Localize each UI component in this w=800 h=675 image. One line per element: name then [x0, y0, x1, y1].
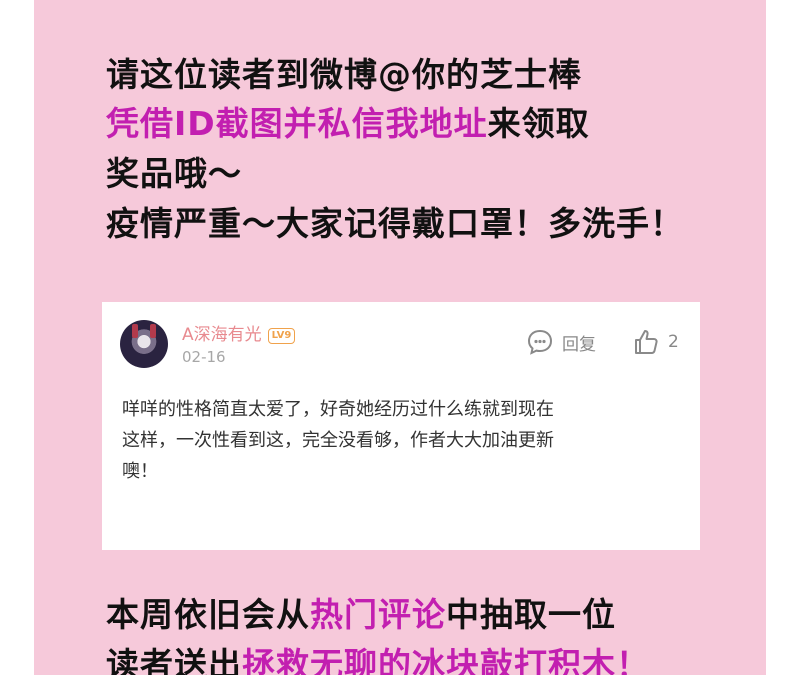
reply-label: 回复 — [562, 334, 596, 355]
bottom-line-1-prefix: 本周依旧会从 — [106, 595, 310, 634]
comment-card: A深海有光 LV9 02-16 回复 2 咩咩的性格简直太爱了，好奇她经历过什么练… — [102, 302, 700, 550]
announcement-panel: 请这位读者到微博@你的芝士棒 凭借ID截图并私信我地址来领取 奖品哦～ 疫情严重… — [34, 0, 766, 675]
comment-line: 噢！ — [122, 461, 158, 482]
intro-line-3: 奖品哦～ — [106, 154, 242, 193]
intro-line-2-rest: 来领取 — [487, 104, 590, 143]
bottom-line-2-highlight: 拯救无聊的冰块敲打积木！ — [242, 645, 650, 675]
like-count: 2 — [668, 332, 679, 352]
bottom-line-2: 读者送出拯救无聊的冰块敲打积木！ — [106, 645, 650, 675]
thumbs-up-icon — [635, 330, 658, 354]
comment-username[interactable]: A深海有光 LV9 — [182, 320, 296, 345]
comment-text: 咩咩的性格简直太爱了，好奇她经历过什么练就到现在 这样，一次性看到这，完全没看够… — [122, 394, 692, 487]
like-button[interactable]: 2 — [632, 327, 679, 357]
bottom-line-1-suffix: 中抽取一位 — [446, 595, 616, 634]
comment-line: 这样，一次性看到这，完全没看够，作者大大加油更新 — [122, 430, 554, 451]
comment-bubble-icon — [527, 329, 553, 355]
level-badge-icon: LV9 — [267, 328, 296, 344]
bottom-line-1: 本周依旧会从热门评论中抽取一位 — [106, 595, 616, 635]
intro-line-1: 请这位读者到微博@你的芝士棒 — [106, 55, 582, 94]
bottom-line-2-prefix: 读者送出 — [106, 645, 242, 675]
username-text[interactable]: A深海有光 — [182, 325, 262, 345]
comment-date: 02-16 — [182, 348, 226, 366]
intro-line-2-highlight: 凭借ID截图并私信我地址 — [106, 104, 488, 143]
intro-line-4: 疫情严重～大家记得戴口罩！多洗手！ — [106, 204, 684, 243]
avatar[interactable] — [120, 320, 168, 368]
intro-line-2: 凭借ID截图并私信我地址来领取 — [106, 104, 590, 144]
bottom-line-1-highlight: 热门评论 — [310, 595, 446, 634]
comment-line: 咩咩的性格简直太爱了，好奇她经历过什么练就到现在 — [122, 399, 554, 420]
reply-button[interactable]: 回复 — [526, 327, 596, 357]
